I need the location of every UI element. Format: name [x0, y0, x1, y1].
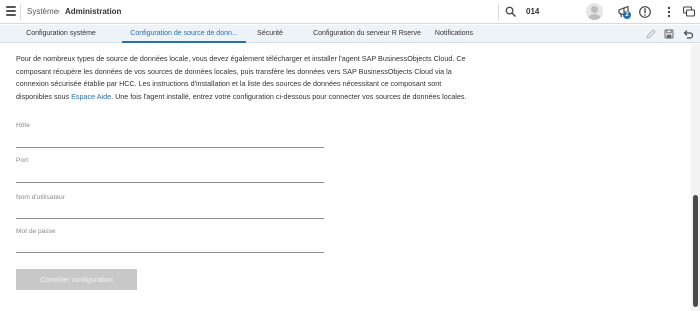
menu-icon[interactable]: [6, 6, 16, 17]
help-icon[interactable]: [638, 5, 652, 19]
intro-paragraph: Pour de nombreux types de source de donn…: [16, 53, 476, 103]
feedback-icon[interactable]: [682, 5, 696, 19]
password-underline: [16, 252, 324, 253]
undo-icon[interactable]: [682, 28, 694, 40]
check-configuration-button[interactable]: Contrôler configuration: [16, 269, 137, 290]
save-icon[interactable]: [663, 28, 675, 40]
tab-bar: Configuration système Configuration de s…: [0, 25, 700, 43]
tab-securite[interactable]: Sécurité: [250, 25, 290, 43]
notification-count-badge: 2: [623, 11, 631, 19]
username-underline: [16, 218, 324, 219]
port-label: Port: [16, 157, 29, 164]
page-title: Administration: [65, 7, 122, 16]
breadcrumb-systeme[interactable]: Système: [27, 6, 58, 18]
host-underline: [16, 147, 324, 148]
search-icon[interactable]: [505, 6, 516, 17]
help-space-link[interactable]: Espace Aide: [71, 92, 111, 101]
user-avatar[interactable]: [586, 3, 603, 20]
port-underline: [16, 182, 324, 183]
host-label: Hôte: [16, 122, 30, 129]
username-label: Nom d'utilisateur: [16, 194, 65, 201]
host-input[interactable]: [16, 133, 324, 145]
breadcrumb-chevron-icon: ›: [57, 6, 60, 16]
password-label: Mot de passe: [16, 228, 56, 235]
tab-notifications[interactable]: Notifications: [428, 25, 480, 43]
password-input[interactable]: [16, 239, 324, 251]
tenant-id: 014: [526, 7, 540, 16]
shell-bar: Système › Administration 014 2: [0, 0, 700, 24]
edit-icon[interactable]: [645, 28, 657, 40]
tab-configuration-systeme[interactable]: Configuration système: [16, 25, 106, 43]
intro-text-end: . Une fois l'agent installé, entrez votr…: [111, 91, 467, 101]
scrollbar-thumb[interactable]: [693, 195, 698, 307]
tab-serveur-rserve[interactable]: Configuration du serveur R Rserve: [300, 25, 434, 43]
tab-configuration-source-donnees[interactable]: Configuration de source de donn...: [122, 25, 246, 43]
port-input[interactable]: [16, 168, 324, 180]
more-vertical-icon[interactable]: [662, 5, 676, 19]
username-input[interactable]: [16, 205, 324, 217]
divider: [20, 3, 21, 21]
divider: [498, 3, 499, 21]
